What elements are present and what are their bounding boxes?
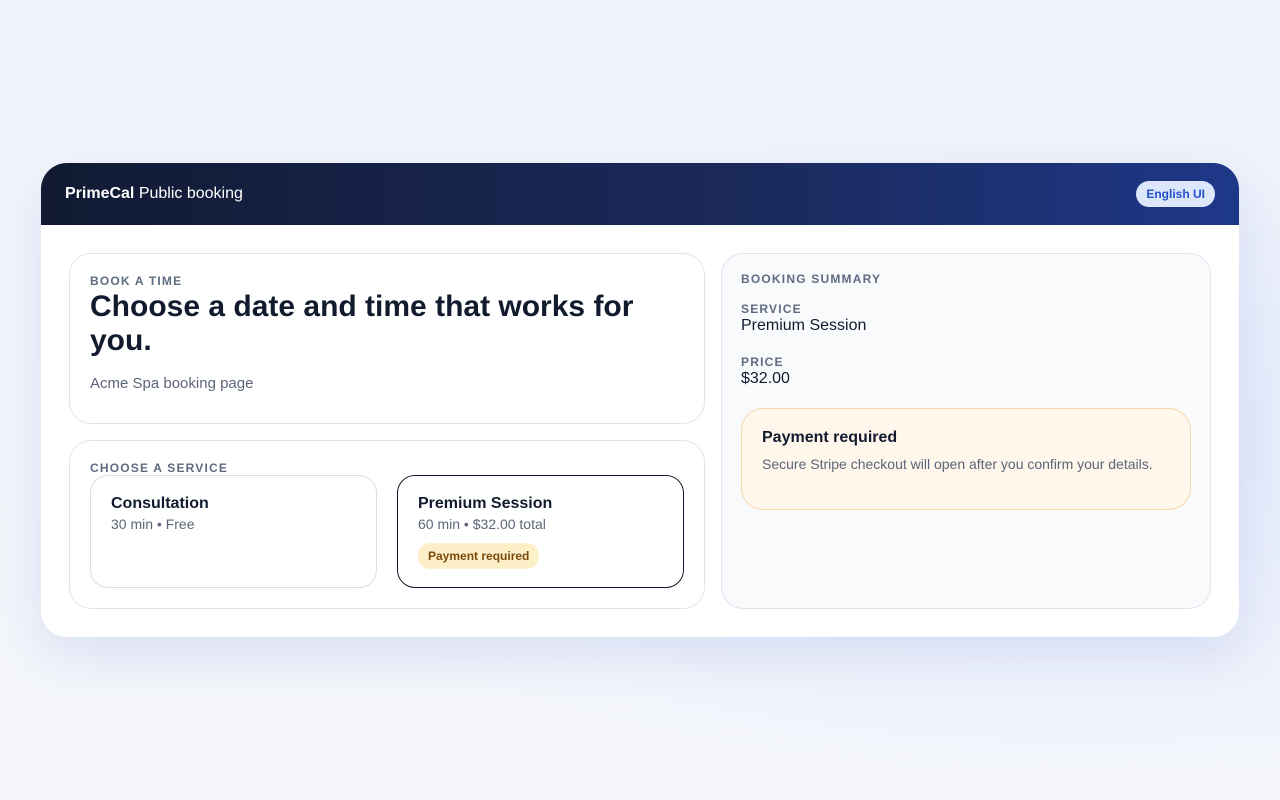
service-option-premium-session[interactable]: Premium Session 60 min • $32.00 total Pa… (397, 475, 684, 588)
summary-price-value: $32.00 (741, 370, 790, 387)
summary-service-label: SERVICE (741, 302, 802, 316)
service-meta: 30 min • Free (111, 516, 195, 532)
language-button[interactable]: English UI (1136, 181, 1215, 207)
service-list: Consultation 30 min • Free Premium Sessi… (90, 475, 684, 588)
summary-price-label: PRICE (741, 355, 784, 369)
booking-summary-panel: BOOKING SUMMARY SERVICE Premium Session … (721, 253, 1211, 609)
service-name: Premium Session (418, 495, 553, 512)
top-bar: PrimeCal Public booking English UI (41, 163, 1239, 225)
page-title: Choose a date and time that works for yo… (90, 290, 634, 357)
payment-required-badge: Payment required (418, 543, 540, 569)
service-meta: 60 min • $32.00 total (418, 516, 546, 532)
page-subtitle: Acme Spa booking page (90, 375, 254, 392)
hero-panel: BOOK A TIME Choose a date and time that … (69, 253, 705, 424)
brand-name: PrimeCal (65, 185, 135, 202)
service-option-consultation[interactable]: Consultation 30 min • Free (90, 475, 377, 588)
brand: PrimeCal Public booking (65, 185, 243, 203)
payment-notice-title: Payment required (762, 429, 898, 446)
booking-card: PrimeCal Public booking English UI BOOK … (41, 163, 1239, 637)
service-name: Consultation (111, 495, 209, 512)
services-eyebrow: CHOOSE A SERVICE (90, 461, 229, 475)
payment-notice-description: Secure Stripe checkout will open after y… (762, 456, 1153, 472)
services-panel: CHOOSE A SERVICE Consultation 30 min • F… (69, 440, 705, 609)
summary-eyebrow: BOOKING SUMMARY (741, 272, 882, 286)
summary-service-value: Premium Session (741, 317, 867, 334)
payment-notice: Payment required Secure Stripe checkout … (741, 408, 1191, 510)
brand-suffix: Public booking (134, 185, 243, 202)
hero-eyebrow: BOOK A TIME (90, 274, 183, 288)
